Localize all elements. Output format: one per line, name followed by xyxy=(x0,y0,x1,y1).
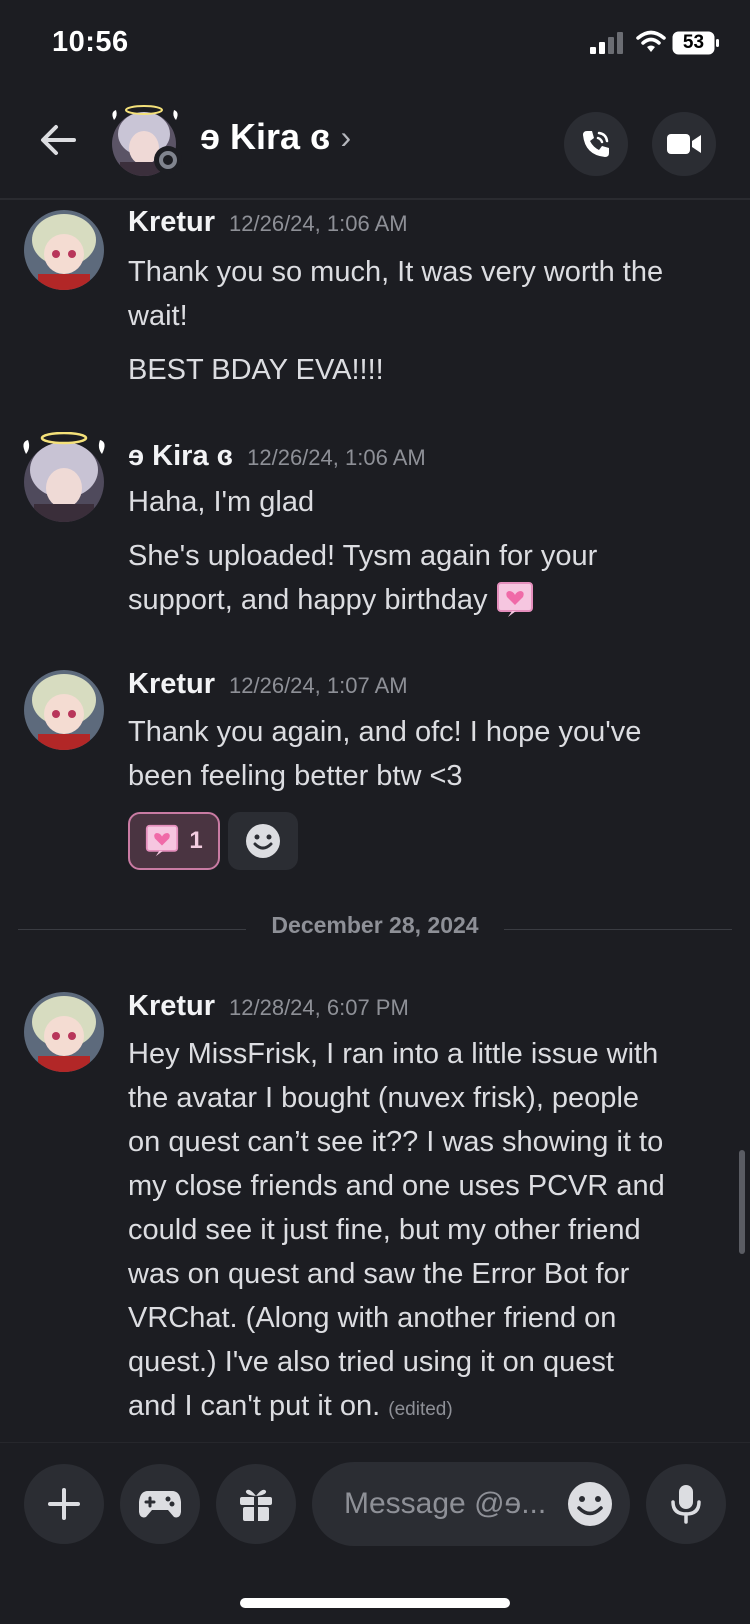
channel-title-button[interactable]: ɘ Kira ɞ › xyxy=(200,116,351,158)
message-text: Hey MissFrisk, I ran into a little issue… xyxy=(128,1032,665,1432)
status-time: 10:56 xyxy=(52,26,129,58)
plus-icon xyxy=(48,1488,80,1520)
home-indicator[interactable] xyxy=(240,1598,510,1608)
date-divider-label: December 28, 2024 xyxy=(271,912,479,938)
message-line: BEST BDAY EVA!!!! xyxy=(128,354,384,386)
message-author[interactable]: Kretur xyxy=(128,668,215,701)
message-line: VRChat. (Along with another friend on xyxy=(128,1302,617,1334)
chevron-right-icon: › xyxy=(340,118,352,155)
message-timestamp: 12/26/24, 1:06 AM xyxy=(229,211,408,236)
date-divider: December 28, 2024 xyxy=(18,912,732,946)
video-call-button[interactable] xyxy=(652,112,716,176)
message-line: support, and happy birthday xyxy=(128,584,488,616)
message-line: She's uploaded! Tysm again for your xyxy=(128,540,598,572)
gift-button[interactable] xyxy=(216,1464,296,1544)
back-button[interactable] xyxy=(30,112,86,168)
activities-button[interactable] xyxy=(120,1464,200,1544)
message-line: wait! xyxy=(128,300,188,332)
message-line: on quest can’t see it?? I was showing it… xyxy=(128,1126,664,1158)
microphone-icon xyxy=(671,1485,701,1524)
message-header: ɘ Kira ɞ 12/26/24, 1:06 AM xyxy=(128,440,426,473)
header-avatar[interactable] xyxy=(110,104,186,180)
message-timestamp: 12/28/24, 6:07 PM xyxy=(229,995,409,1020)
message-text: Thank you again, and ofc! I hope you've … xyxy=(128,710,641,798)
add-reaction-button[interactable] xyxy=(228,812,298,870)
message-timestamp: 12/26/24, 1:06 AM xyxy=(247,445,426,470)
avatar-kretur[interactable] xyxy=(24,992,104,1072)
message-line: could see it just fine, but my other fri… xyxy=(128,1214,641,1246)
edited-label: (edited) xyxy=(388,1399,453,1420)
message-timestamp: 12/26/24, 1:07 AM xyxy=(229,673,408,698)
message-text: Haha, I'm glad xyxy=(128,480,314,524)
emoji-button[interactable] xyxy=(566,1480,614,1528)
message-text: BEST BDAY EVA!!!! xyxy=(128,348,384,392)
message-line: Hey MissFrisk, I ran into a little issue… xyxy=(128,1038,659,1070)
message-line-last: and I can't put it on. (edited) xyxy=(128,1384,665,1432)
header-divider xyxy=(0,198,750,200)
avatar-kretur[interactable] xyxy=(24,210,104,290)
cellular-signal-icon xyxy=(590,32,623,54)
message-input[interactable] xyxy=(342,1486,560,1522)
voice-message-button[interactable] xyxy=(646,1464,726,1544)
scrollbar[interactable] xyxy=(739,1150,745,1254)
message-line: my close friends and one uses PCVR and xyxy=(128,1170,665,1202)
composer-divider xyxy=(0,1442,750,1443)
message-header: Kretur 12/26/24, 1:06 AM xyxy=(128,206,408,239)
avatar-kira[interactable] xyxy=(20,431,110,522)
message-author[interactable]: ɘ Kira ɞ xyxy=(128,440,233,473)
message-text: She's uploaded! Tysm again for your supp… xyxy=(128,534,597,622)
message-line: Thank you so much, It was very worth the xyxy=(128,256,664,288)
message-line: Thank you again, and ofc! I hope you've xyxy=(128,716,642,748)
wifi-icon xyxy=(636,30,666,52)
video-camera-icon xyxy=(667,134,701,154)
smiley-icon xyxy=(568,1482,612,1526)
heart-reaction-button[interactable]: 1 xyxy=(128,812,220,870)
message-line: and I can't put it on. xyxy=(128,1390,381,1422)
message-header: Kretur 12/26/24, 1:07 AM xyxy=(128,668,408,701)
message-line: been feeling better btw <3 xyxy=(128,760,463,792)
back-arrow-icon xyxy=(41,125,76,155)
message-author[interactable]: Kretur xyxy=(128,206,215,239)
battery-indicator: 53 xyxy=(672,31,720,55)
presence-indicator xyxy=(154,146,182,174)
pink-heart-icon xyxy=(146,824,179,857)
message-author[interactable]: Kretur xyxy=(128,990,215,1023)
reaction-count: 1 xyxy=(189,827,203,854)
channel-title: ɘ Kira ɞ xyxy=(200,116,331,157)
message-line: the avatar I bought (nuvex frisk), peopl… xyxy=(128,1082,640,1114)
add-attachment-button[interactable] xyxy=(24,1464,104,1544)
voice-call-button[interactable] xyxy=(564,112,628,176)
pink-heart-icon xyxy=(496,582,533,617)
message-line: Haha, I'm glad xyxy=(128,486,315,518)
battery-level: 53 xyxy=(682,32,705,53)
message-text: Thank you so much, It was very worth the… xyxy=(128,250,663,338)
gift-icon xyxy=(240,1489,272,1521)
message-header: Kretur 12/28/24, 6:07 PM xyxy=(128,990,409,1023)
smiley-icon xyxy=(246,824,280,858)
message-line: was on quest and saw the Error Bot for xyxy=(128,1258,630,1290)
message-line-with-emoji: support, and happy birthday xyxy=(128,578,597,622)
phone-call-icon xyxy=(583,131,609,157)
avatar-kretur[interactable] xyxy=(24,670,104,750)
gamepad-icon xyxy=(139,1491,181,1518)
message-line: quest.) I've also tried using it on ques… xyxy=(128,1346,614,1378)
